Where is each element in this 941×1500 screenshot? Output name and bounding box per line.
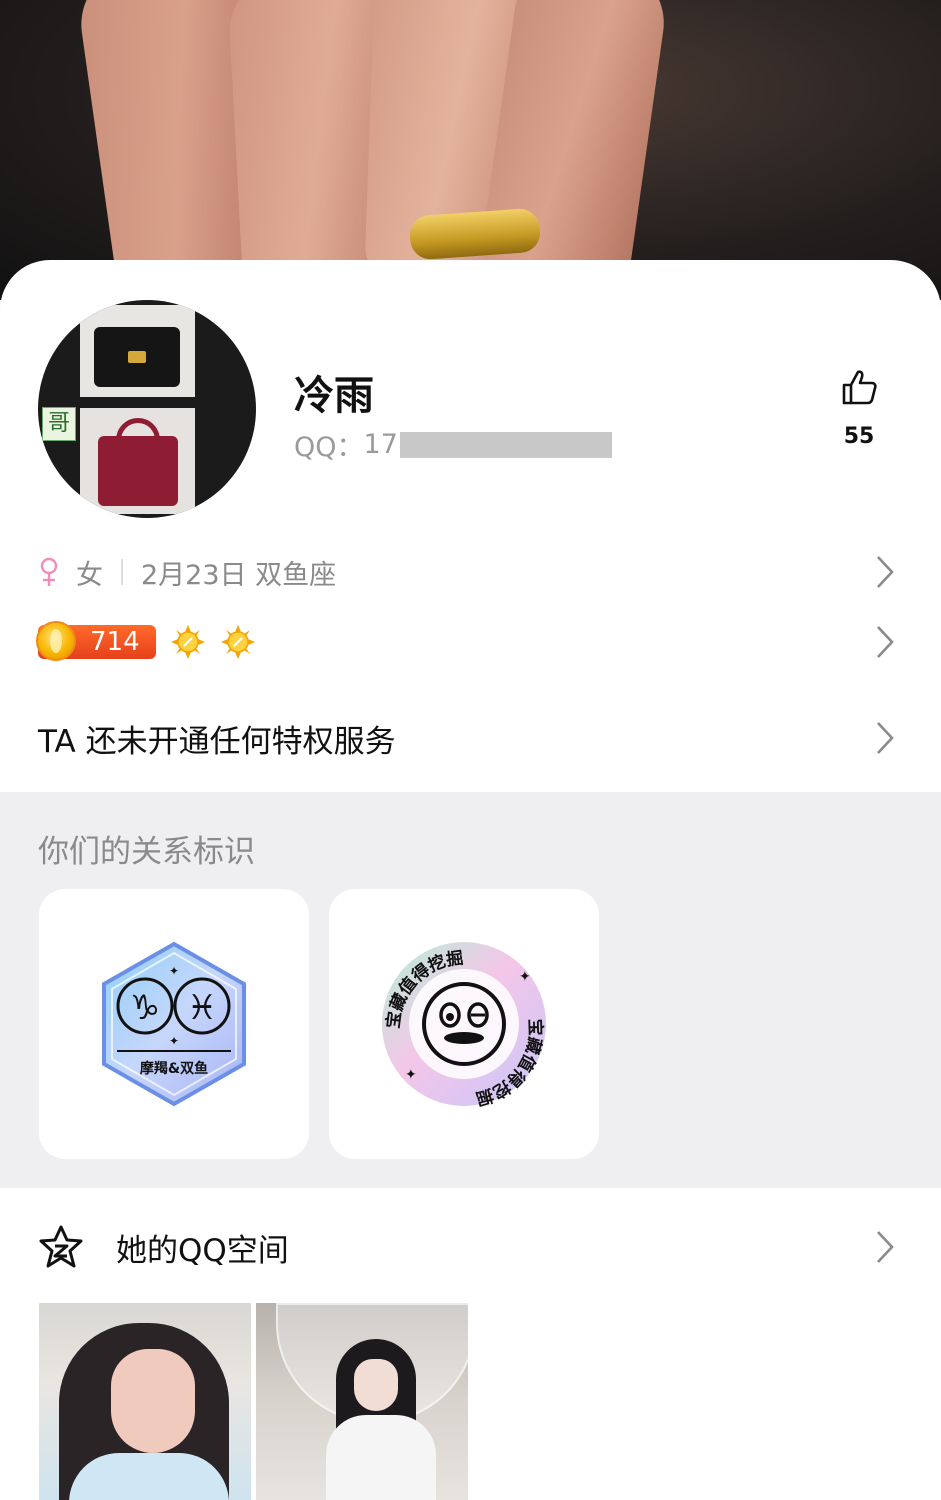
- relation-badge-zodiac[interactable]: ♑ ♓ ✦ ✦ 摩羯&双鱼: [39, 889, 309, 1159]
- svg-text:♑: ♑: [130, 988, 160, 1028]
- basic-info-row[interactable]: 女 2月23日 双鱼座: [38, 552, 895, 592]
- like-button[interactable]: 55: [836, 368, 882, 449]
- level-badge: 714: [36, 621, 156, 661]
- zodiac-badge-label: 摩羯&双鱼: [140, 1060, 208, 1077]
- chevron-right-icon: [877, 626, 894, 658]
- svg-text:✦: ✦: [169, 1034, 179, 1048]
- relation-section-title: 你们的关系标识: [38, 834, 255, 870]
- birthday-sign-text: 2月23日 双鱼座: [141, 559, 337, 591]
- chevron-right-icon: [877, 1231, 894, 1263]
- crown-coin-icon: [36, 621, 76, 661]
- level-row[interactable]: 714: [36, 620, 895, 664]
- qq-number: QQ： 17: [294, 425, 612, 464]
- avatar-photo-red-bag: [80, 408, 195, 514]
- svg-text:✦: ✦: [169, 964, 179, 978]
- avatar-badge: 哥: [42, 407, 76, 441]
- like-count: 55: [843, 424, 875, 449]
- qzone-star-icon: [39, 1225, 83, 1268]
- qzone-photo-thumbnail[interactable]: [256, 1303, 468, 1500]
- chevron-right-icon: [877, 722, 894, 754]
- chevron-right-icon: [877, 556, 894, 588]
- qzone-title: 她的QQ空间: [116, 1232, 289, 1269]
- qq-prefix: 17: [363, 429, 398, 460]
- profile-card: 哥 冷雨 QQ： 17 55 女 2月23日 双鱼座 714 TA 还未开通任何…: [0, 260, 941, 792]
- cover-gold-ring: [408, 207, 542, 261]
- svg-text:✦: ✦: [519, 969, 531, 985]
- profile-name: 冷雨: [294, 373, 374, 419]
- cover-photo[interactable]: [0, 0, 941, 300]
- zodiac-capricorn-pisces-badge-icon: ♑ ♓ ✦ ✦ 摩羯&双鱼: [102, 941, 246, 1107]
- qzone-photo-thumbnail[interactable]: [39, 1303, 251, 1500]
- svg-text:♓: ♓: [187, 988, 217, 1028]
- thumbs-up-icon: [842, 370, 877, 405]
- privilege-text: TA 还未开通任何特权服务: [38, 723, 396, 760]
- qq-label: QQ：: [294, 432, 364, 463]
- qzone-section: 她的QQ空间: [0, 1188, 941, 1500]
- privilege-row[interactable]: TA 还未开通任何特权服务: [38, 716, 895, 760]
- level-value: 714: [90, 627, 140, 657]
- avatar-photo-black-bag: [80, 305, 195, 397]
- female-icon: [40, 557, 58, 586]
- qq-redaction: [399, 431, 612, 458]
- gender-text: 女: [76, 559, 103, 591]
- svg-text:✦: ✦: [405, 1067, 417, 1083]
- treasure-badge-icon: ✦ ✦ 宝藏值得挖掘 宝藏值得挖掘: [382, 942, 546, 1109]
- relation-badge-treasure[interactable]: ✦ ✦ 宝藏值得挖掘 宝藏值得挖掘: [329, 889, 599, 1159]
- sun-icon: [171, 625, 205, 659]
- divider: [121, 559, 123, 585]
- qzone-row[interactable]: 她的QQ空间: [38, 1224, 895, 1270]
- avatar[interactable]: 哥: [38, 300, 256, 518]
- sun-icon: [221, 625, 255, 659]
